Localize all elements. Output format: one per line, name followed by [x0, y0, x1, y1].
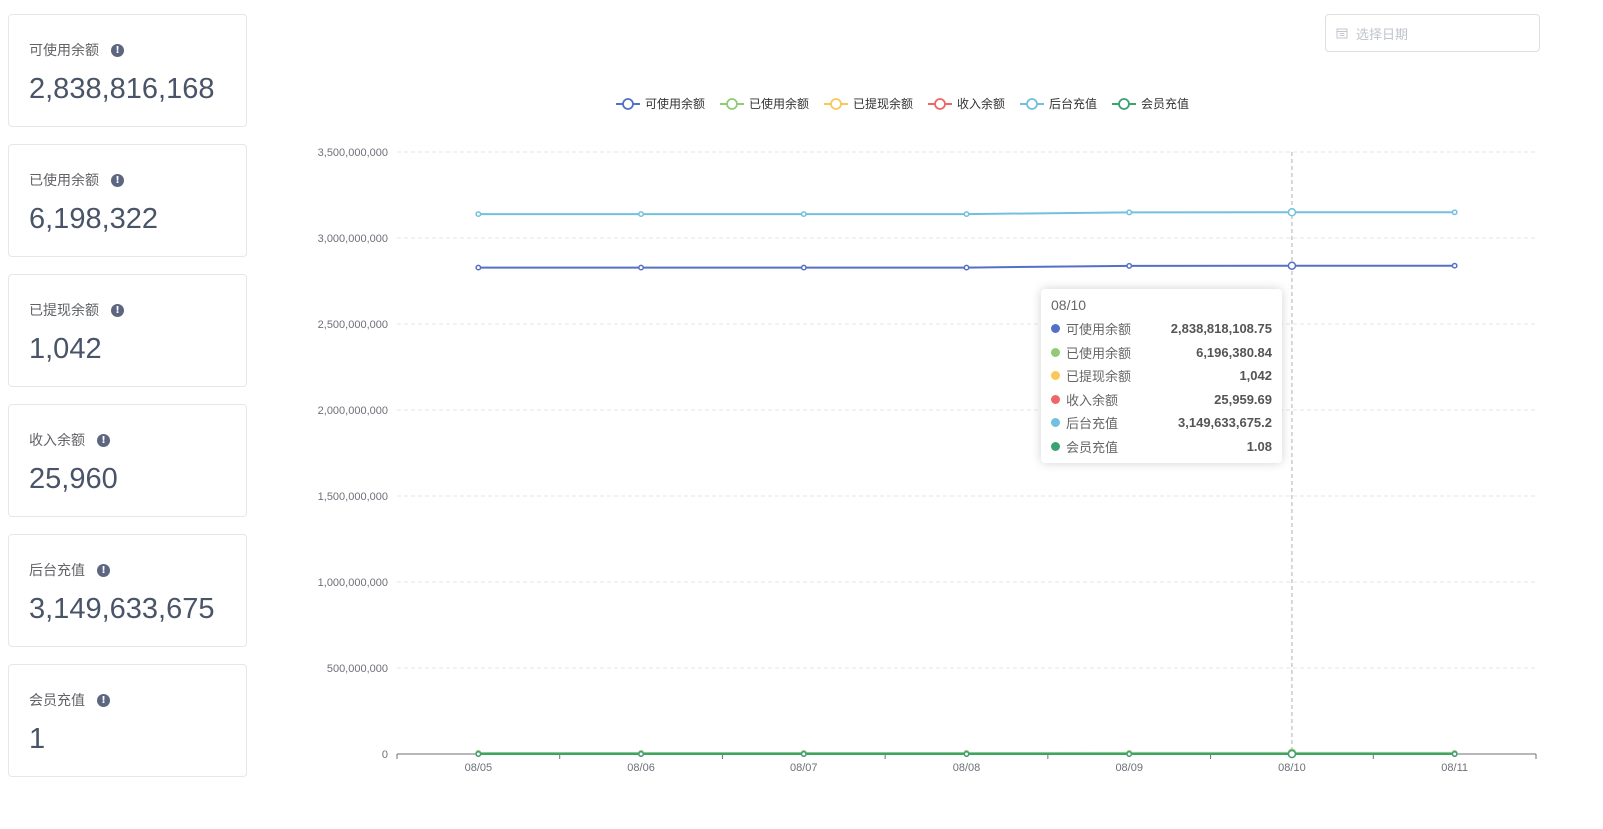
legend-label[interactable]: 已使用余额 [749, 96, 809, 111]
data-point[interactable] [800, 211, 807, 218]
legend-marker-icon[interactable] [934, 98, 946, 110]
tooltip-title: 08/10 [1051, 297, 1087, 313]
tooltip-row: 可使用余额 2,838,818,108.75 [1051, 317, 1272, 341]
data-point[interactable] [800, 264, 807, 271]
legend-label[interactable]: 已提现余额 [853, 96, 913, 111]
x-tick-label: 08/05 [465, 762, 493, 774]
tooltip-row: 已使用余额 6,196,380.84 [1051, 341, 1272, 365]
tooltip-series-value: 3,149,633,675.2 [1178, 415, 1272, 431]
tooltip-series-value: 1.08 [1246, 438, 1272, 454]
legend-label[interactable]: 会员充值 [1141, 96, 1189, 111]
tooltip-series-name: 已提现余额 [1066, 369, 1132, 385]
legend-marker-icon[interactable] [830, 98, 842, 110]
data-point[interactable] [963, 211, 970, 218]
line-chart[interactable]: 0 500,000,000 1,000,000,000 1,500,000,000 2,… [0, 0, 1603, 829]
legend-marker-icon[interactable] [726, 98, 738, 110]
series-dot-icon [1051, 324, 1060, 334]
data-point[interactable] [1287, 261, 1297, 270]
series-dot-icon [1051, 418, 1060, 428]
data-point[interactable] [1126, 751, 1133, 757]
series-dot-icon [1051, 441, 1060, 451]
tooltip-series-value: 25,959.69 [1214, 391, 1272, 407]
series-dot-icon [1051, 394, 1060, 404]
data-point[interactable] [1287, 749, 1297, 759]
y-tick-label: 1,500,000,000 [318, 491, 388, 503]
y-tick-label: 1,000,000,000 [318, 577, 388, 589]
x-tick-label: 08/10 [1278, 762, 1306, 774]
tooltip-row: 已提现余额 1,042 [1051, 364, 1272, 388]
tooltip-row: 后台充值 3,149,633,675.2 [1051, 411, 1272, 435]
tooltip-series-value: 1,042 [1239, 368, 1272, 384]
legend-marker-icon[interactable] [622, 98, 634, 110]
data-point[interactable] [1287, 208, 1297, 217]
x-tick-label: 08/11 [1441, 762, 1468, 774]
data-point[interactable] [475, 264, 482, 271]
tooltip-series-name: 收入余额 [1066, 392, 1119, 408]
x-tick-label: 08/06 [627, 762, 655, 774]
data-point[interactable] [1126, 262, 1133, 269]
tooltip-series-value: 2,838,818,108.75 [1170, 321, 1272, 337]
x-tick-label: 08/08 [953, 762, 981, 774]
data-point[interactable] [963, 751, 970, 757]
legend-marker-icon[interactable] [1118, 98, 1130, 110]
y-tick-label: 2,000,000,000 [318, 405, 388, 417]
tooltip-series-name: 可使用余额 [1066, 322, 1132, 338]
legend-label[interactable]: 后台充值 [1049, 96, 1097, 111]
data-point[interactable] [475, 211, 482, 218]
tooltip-series-name: 已使用余额 [1066, 345, 1132, 361]
data-point[interactable] [800, 751, 807, 757]
data-point[interactable] [1451, 209, 1458, 216]
data-point[interactable] [1126, 209, 1133, 216]
y-tick-label: 2,500,000,000 [318, 319, 388, 331]
y-tick-label: 500,000,000 [327, 663, 388, 675]
x-tick-label: 08/09 [1115, 762, 1143, 774]
data-point[interactable] [475, 751, 482, 757]
y-tick-label: 3,500,000,000 [318, 147, 388, 159]
legend-label[interactable]: 可使用余额 [645, 96, 705, 111]
tooltip-series-name: 会员充值 [1066, 439, 1119, 455]
data-point[interactable] [963, 264, 970, 271]
data-point[interactable] [1451, 751, 1458, 757]
legend-marker-icon[interactable] [1026, 98, 1038, 110]
tooltip-series-name: 后台充值 [1066, 416, 1119, 432]
tooltip-series-value: 6,196,380.84 [1196, 344, 1272, 360]
y-tick-label: 0 [382, 749, 388, 761]
series-dot-icon [1051, 347, 1060, 357]
tooltip-row: 收入余额 25,959.69 [1051, 388, 1272, 412]
data-point[interactable] [638, 264, 645, 271]
data-point[interactable] [1451, 262, 1458, 269]
data-point[interactable] [638, 751, 645, 757]
y-tick-label: 3,000,000,000 [318, 233, 388, 245]
series-dot-icon [1051, 371, 1060, 381]
legend-label[interactable]: 收入余额 [957, 96, 1005, 111]
tooltip-row: 会员充值 1.08 [1051, 435, 1272, 459]
chart-tooltip: 08/10 可使用余额 2,838,818,108.75 已使用余额 6,196,3… [1041, 289, 1282, 463]
data-point[interactable] [638, 211, 645, 218]
x-tick-label: 08/07 [790, 762, 818, 774]
